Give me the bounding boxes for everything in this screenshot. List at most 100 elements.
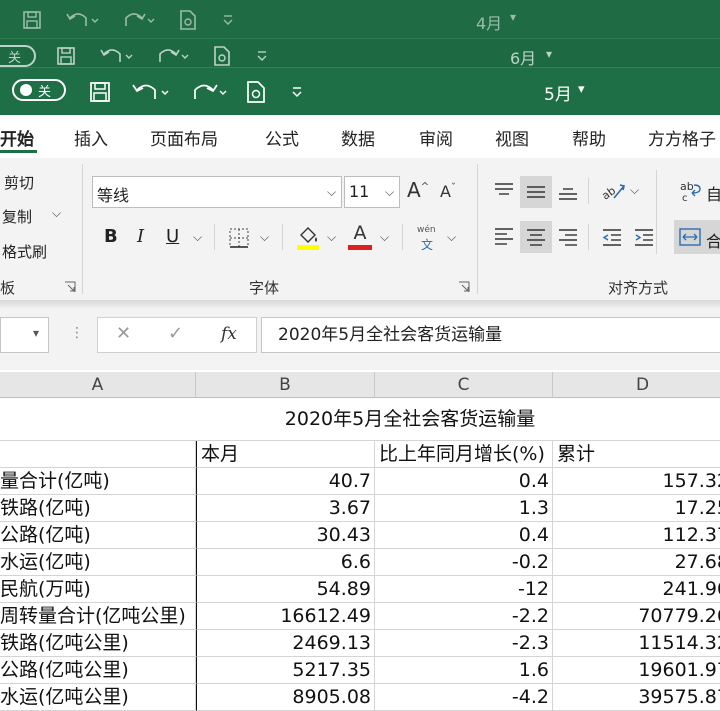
- merge-center-label[interactable]: 合: [706, 228, 720, 252]
- font-name-dropdown[interactable]: 等线 ⌵: [92, 176, 342, 208]
- current-month-cell[interactable]: 2469.13: [196, 630, 375, 657]
- tab-data[interactable]: 数据: [341, 125, 375, 150]
- row-label-cell[interactable]: 水运(亿吨公里): [0, 684, 196, 711]
- chevron-down-icon[interactable]: ⌵: [260, 230, 269, 245]
- chevron-down-icon[interactable]: ⌵: [447, 230, 456, 245]
- dialog-launcher-icon[interactable]: [63, 280, 77, 294]
- current-month-cell[interactable]: 16612.49: [196, 603, 375, 630]
- dialog-launcher-icon[interactable]: [457, 280, 471, 294]
- header-cell[interactable]: [0, 441, 196, 468]
- column-header-b[interactable]: B: [196, 372, 375, 398]
- cumulative-cell[interactable]: 17.25: [553, 495, 720, 522]
- name-box[interactable]: ▾: [0, 317, 49, 353]
- align-right-icon[interactable]: [554, 222, 582, 252]
- column-header-a[interactable]: A: [0, 372, 196, 398]
- column-header-c[interactable]: C: [375, 372, 553, 398]
- yoy-growth-cell[interactable]: 0.4: [375, 522, 553, 549]
- underline-button[interactable]: U: [166, 226, 179, 247]
- current-month-cell[interactable]: 3.67: [196, 495, 375, 522]
- tab-insert[interactable]: 插入: [74, 125, 108, 150]
- current-month-cell[interactable]: 5217.35: [196, 657, 375, 684]
- row-label-cell[interactable]: 水运(亿吨): [0, 549, 196, 576]
- chevron-down-icon[interactable]: ▾: [510, 10, 516, 24]
- chevron-down-icon[interactable]: ⌵: [52, 206, 61, 221]
- autosave-toggle[interactable]: 关: [12, 79, 66, 101]
- phonetic-guide-top[interactable]: wén: [417, 225, 436, 235]
- yoy-growth-cell[interactable]: -12: [375, 576, 553, 603]
- tab-help[interactable]: 帮助: [572, 125, 606, 150]
- align-left-icon[interactable]: [490, 221, 518, 251]
- tab-fangfanggezi[interactable]: 方方格子: [648, 125, 716, 150]
- italic-button[interactable]: I: [137, 226, 144, 247]
- cumulative-cell[interactable]: 11514.32: [553, 630, 720, 657]
- row-label-cell[interactable]: 公路(亿吨): [0, 522, 196, 549]
- chevron-down-icon[interactable]: ▾: [546, 47, 552, 61]
- redo-icon[interactable]: [118, 8, 158, 32]
- undo-icon[interactable]: [96, 44, 136, 68]
- row-label-cell[interactable]: 周转量合计(亿吨公里): [0, 603, 196, 630]
- formula-bar-grip-icon[interactable]: ⋮: [70, 325, 84, 341]
- decrease-font-size-icon[interactable]: Aˇ: [440, 182, 456, 201]
- redo-icon[interactable]: [186, 80, 232, 104]
- undo-icon[interactable]: [62, 8, 102, 32]
- decrease-indent-icon[interactable]: [598, 222, 626, 252]
- bold-button[interactable]: B: [104, 226, 118, 247]
- chevron-down-icon[interactable]: ⌵: [380, 230, 389, 245]
- tab-view[interactable]: 视图: [495, 125, 529, 150]
- align-top-icon[interactable]: [490, 176, 518, 206]
- yoy-growth-cell[interactable]: -2.2: [375, 603, 553, 630]
- row-label-cell[interactable]: 铁路(亿吨公里): [0, 630, 196, 657]
- save-icon[interactable]: [20, 8, 44, 32]
- header-cell[interactable]: 本月: [196, 441, 375, 468]
- quick-access-dropdown-icon[interactable]: [218, 8, 238, 32]
- cumulative-cell[interactable]: 112.37: [553, 522, 720, 549]
- cumulative-cell[interactable]: 27.68: [553, 549, 720, 576]
- insert-function-icon[interactable]: fx: [221, 324, 237, 344]
- chevron-down-icon[interactable]: ⌵: [630, 183, 639, 198]
- quick-access-dropdown-icon[interactable]: [252, 44, 272, 68]
- yoy-growth-cell[interactable]: 1.6: [375, 657, 553, 684]
- yoy-growth-cell[interactable]: 0.4: [375, 468, 553, 495]
- chevron-down-icon[interactable]: ⌵: [327, 230, 336, 245]
- tab-page-layout[interactable]: 页面布局: [150, 125, 218, 150]
- quick-access-dropdown-icon[interactable]: [287, 81, 307, 103]
- print-preview-icon[interactable]: [176, 8, 200, 32]
- current-month-cell[interactable]: 30.43: [196, 522, 375, 549]
- row-label-cell[interactable]: 铁路(亿吨): [0, 495, 196, 522]
- cumulative-cell[interactable]: 157.32: [553, 468, 720, 495]
- align-bottom-icon[interactable]: [554, 177, 582, 207]
- autosave-toggle[interactable]: 关: [0, 45, 36, 67]
- chevron-down-icon[interactable]: ▾: [33, 326, 39, 340]
- row-label-cell[interactable]: 民航(万吨): [0, 576, 196, 603]
- undo-icon[interactable]: [128, 80, 174, 104]
- chevron-down-icon[interactable]: ⌵: [193, 230, 202, 245]
- wrap-text-label[interactable]: 自: [706, 181, 720, 205]
- yoy-growth-cell[interactable]: -4.2: [375, 684, 553, 711]
- fill-color-icon[interactable]: [294, 222, 322, 252]
- current-month-cell[interactable]: 6.6: [196, 549, 375, 576]
- save-icon[interactable]: [88, 80, 112, 104]
- wrap-text-icon[interactable]: ab c: [677, 176, 707, 206]
- borders-icon[interactable]: [226, 225, 252, 251]
- align-middle-icon[interactable]: [522, 177, 550, 207]
- cancel-icon[interactable]: ✕: [116, 323, 131, 344]
- increase-indent-icon[interactable]: [630, 222, 658, 252]
- current-month-cell[interactable]: 54.89: [196, 576, 375, 603]
- current-month-cell[interactable]: 40.7: [196, 468, 375, 495]
- increase-font-size-icon[interactable]: A^: [407, 178, 429, 202]
- sheet-title-cell[interactable]: 2020年5月全社会客货运输量: [0, 398, 720, 441]
- yoy-growth-cell[interactable]: 1.3: [375, 495, 553, 522]
- cumulative-cell[interactable]: 39575.87: [553, 684, 720, 711]
- copy-button[interactable]: 复制: [2, 206, 32, 227]
- phonetic-guide-icon[interactable]: 文: [421, 236, 433, 253]
- tab-review[interactable]: 审阅: [419, 125, 453, 150]
- save-icon[interactable]: [54, 44, 78, 68]
- enter-icon[interactable]: ✓: [168, 323, 183, 344]
- header-cell[interactable]: 比上年同月增长(%): [375, 441, 553, 468]
- cumulative-cell[interactable]: 70779.26: [553, 603, 720, 630]
- tab-home[interactable]: 开始: [0, 125, 34, 150]
- chevron-down-icon[interactable]: ▾: [578, 82, 585, 97]
- row-label-cell[interactable]: 公路(亿吨公里): [0, 657, 196, 684]
- yoy-growth-cell[interactable]: -0.2: [375, 549, 553, 576]
- formula-input[interactable]: 2020年5月全社会客货运输量: [261, 317, 720, 353]
